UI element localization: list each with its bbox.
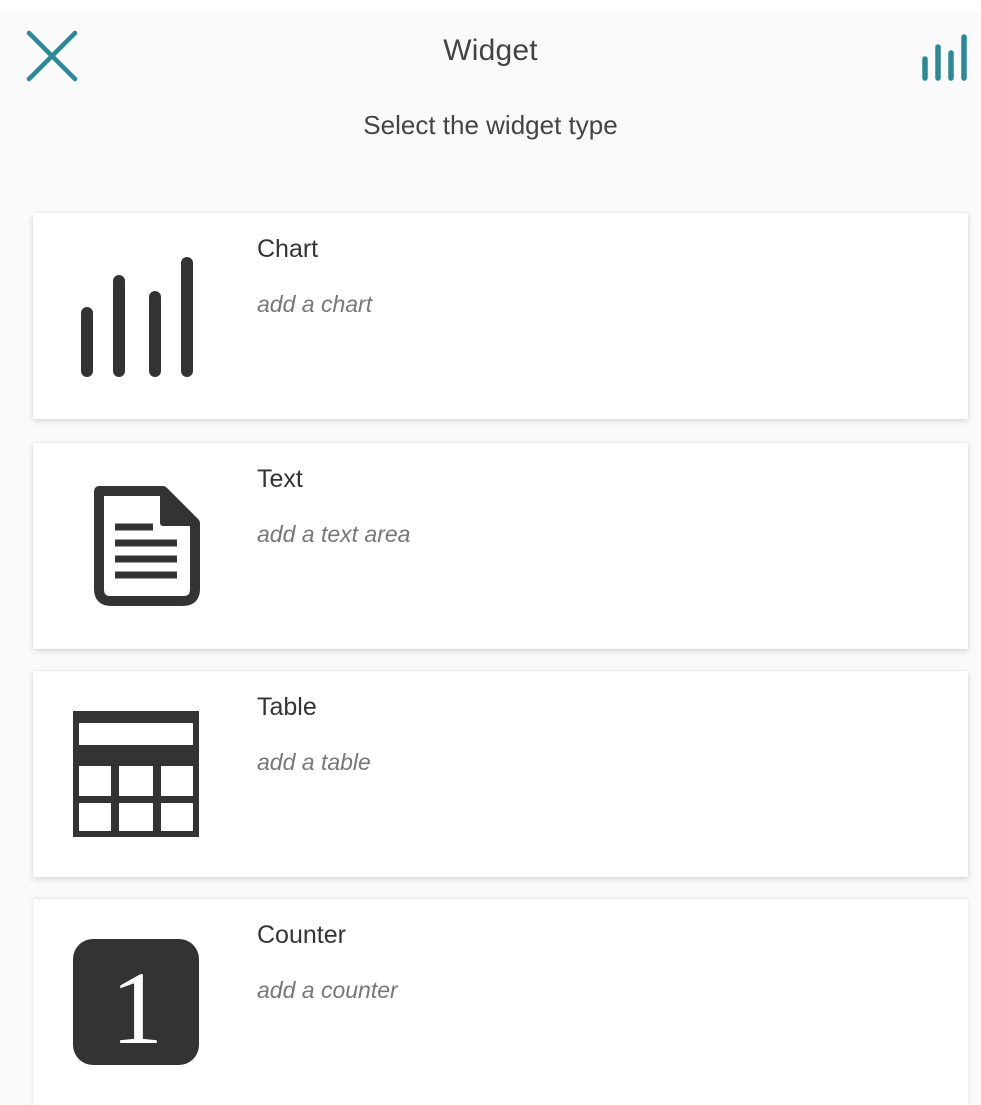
widget-card-chart[interactable]: Chart add a chart [33,213,968,419]
widget-description: add a counter [257,977,398,1003]
widget-title: Chart [257,235,319,263]
table-icon [71,711,201,841]
counter-icon: 1 [71,939,201,1069]
document-icon [71,483,201,613]
widget-card-counter[interactable]: 1 Counter add a counter [33,899,968,1105]
counter-icon-digit: 1 [111,951,163,1066]
widget-description: add a table [257,749,371,775]
widget-description: add a text area [257,521,411,547]
widget-card-table[interactable]: Table add a table [33,671,968,877]
page-subtitle: Select the widget type [363,110,618,140]
header: Widget [0,12,981,92]
bar-chart-icon [71,253,201,383]
chart-view-button[interactable] [918,30,972,82]
bar-chart-icon [922,34,967,81]
page-title: Widget [443,34,538,67]
top-edge [0,0,981,12]
widget-description: add a chart [257,291,373,317]
widget-card-text[interactable]: Text add a text area [33,443,968,649]
widget-title: Table [257,693,317,721]
widget-title: Text [257,465,303,493]
widget-title: Counter [257,921,346,949]
